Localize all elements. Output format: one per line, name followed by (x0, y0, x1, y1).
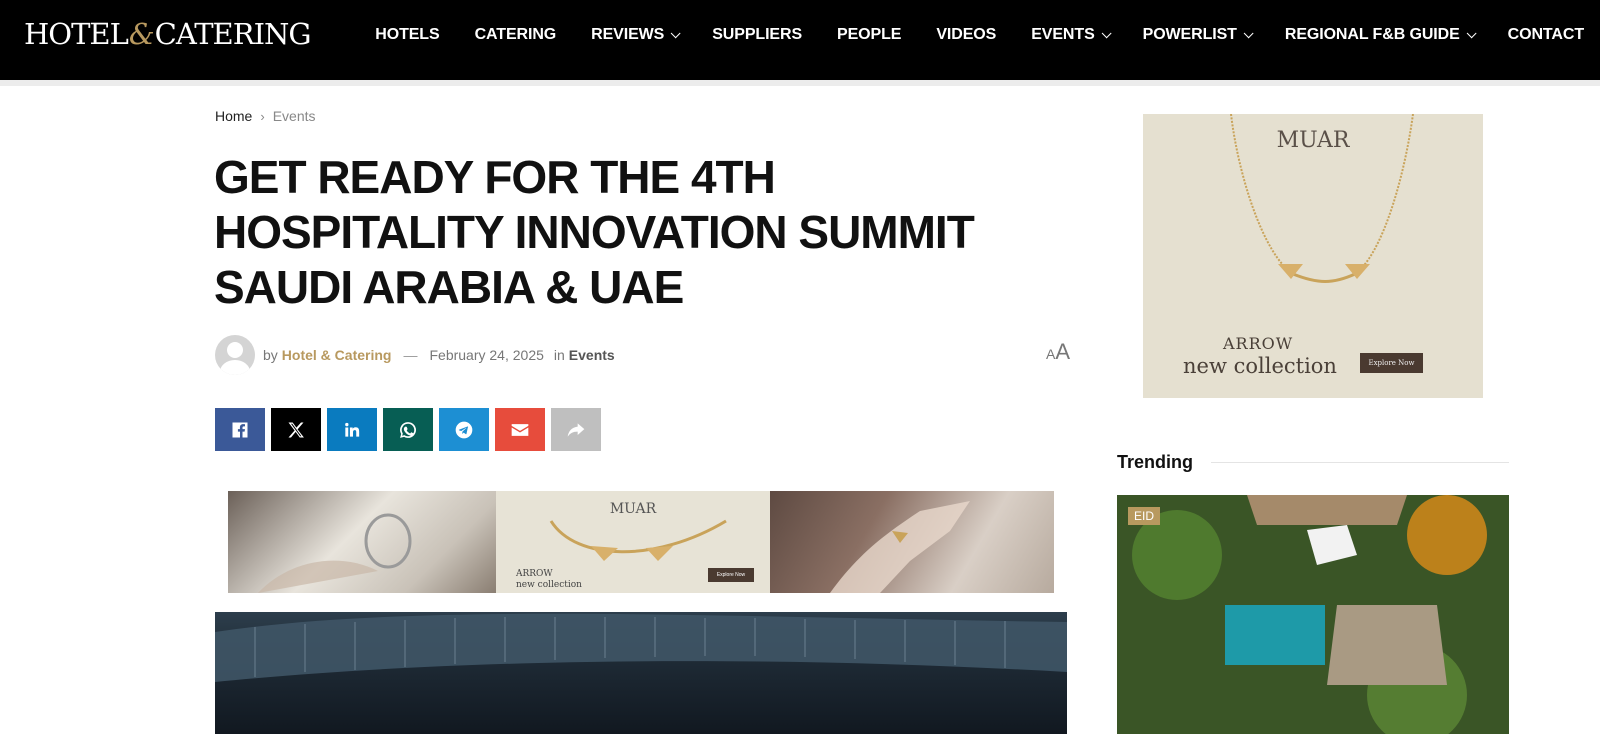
nav-label: POWERLIST (1142, 26, 1237, 43)
nav-item-videos[interactable]: VIDEOS (936, 26, 996, 44)
sidebar-ad-collection: new collection (1183, 354, 1337, 378)
ad-collection-line2: new collection (516, 580, 582, 590)
nav-item-events[interactable]: EVENTS (1031, 26, 1112, 44)
ad-banner[interactable]: MUAR ARROW new collection Explore Now (228, 491, 1054, 593)
chevron-down-icon (1466, 27, 1477, 38)
author-avatar[interactable] (215, 335, 255, 375)
facebook-icon (232, 422, 248, 437)
author-link[interactable]: Hotel & Catering (282, 347, 392, 363)
share-email-button[interactable] (495, 408, 545, 451)
share-arrow-icon (567, 422, 585, 437)
share-telegram-button[interactable] (439, 408, 489, 451)
nav-item-reviews[interactable]: REVIEWS (591, 26, 681, 44)
breadcrumb-current-link[interactable]: Events (273, 108, 316, 124)
font-size-small-icon[interactable]: A (1046, 346, 1055, 362)
category-link[interactable]: Events (569, 347, 615, 363)
ad-explore-button[interactable]: Explore Now (708, 568, 754, 582)
nav-item-powerlist[interactable]: POWERLIST (1142, 26, 1254, 44)
publish-date: February 24, 2025 (429, 347, 544, 363)
chevron-down-icon (670, 27, 681, 38)
breadcrumb: Home › Events (215, 108, 316, 124)
x-icon (288, 422, 304, 437)
font-size-large-icon[interactable]: A (1055, 339, 1070, 364)
ad-collection-text: ARROW new collection (516, 569, 582, 591)
share-facebook-button[interactable] (215, 408, 265, 451)
hand-ring-illustration (830, 501, 970, 593)
meta-separator: — (403, 347, 418, 363)
nav-item-catering[interactable]: CATERING (475, 26, 557, 44)
nav-label: CATERING (474, 26, 557, 43)
trending-title: Trending (1117, 452, 1193, 472)
chevron-down-icon (1101, 27, 1112, 38)
nav-label: PEOPLE (837, 26, 902, 43)
logo-ampersand: & (128, 17, 155, 51)
nav-label: EVENTS (1031, 26, 1095, 43)
nav-label: HOTELS (375, 26, 440, 43)
resort-aerial-illustration (1117, 495, 1509, 734)
sidebar-ad[interactable]: MUAR ARROW new collection Explore Now (1143, 114, 1483, 398)
linkedin-icon (345, 422, 360, 437)
trending-heading: Trending (1117, 452, 1509, 473)
logo-text-hotel: HOTEL (24, 17, 129, 51)
nav-item-contact[interactable]: CONTACT (1508, 26, 1584, 44)
nav-label: REVIEWS (591, 26, 665, 43)
article-title: GET READY FOR THE 4TH HOSPITALITY INNOVA… (214, 151, 975, 313)
sidebar-ad-explore-button[interactable]: Explore Now (1360, 353, 1423, 373)
ad-panel-muar: MUAR ARROW new collection Explore Now (496, 491, 770, 593)
ad-image-ring (770, 491, 1054, 593)
nav-label: CONTACT (1507, 26, 1584, 43)
trending-image[interactable]: EID (1117, 495, 1509, 734)
top-navigation-bar: HOTEL & CATERING HOTELS CATERING REVIEWS S… (0, 0, 1600, 80)
in-label: in (553, 347, 565, 363)
bracelet-illustration (258, 513, 412, 593)
chevron-right-icon: › (260, 108, 265, 124)
share-bar (215, 408, 601, 451)
sidebar-ad-label: ARROW (1223, 334, 1294, 353)
breadcrumb-home-link[interactable]: Home (215, 108, 252, 124)
chevron-down-icon (1243, 27, 1254, 38)
main-menu: HOTELS CATERING REVIEWS SUPPLIERS PEOPLE… (340, 0, 1584, 70)
share-x-button[interactable] (271, 408, 321, 451)
share-linkedin-button[interactable] (327, 408, 377, 451)
nav-item-regional-fb-guide[interactable]: REGIONAL F&B GUIDE (1284, 26, 1477, 44)
font-size-toggle[interactable]: AA (1046, 339, 1070, 365)
ad-image-bracelet (228, 491, 496, 593)
article-hero-image (215, 612, 1067, 734)
site-logo[interactable]: HOTEL & CATERING (24, 17, 312, 51)
share-whatsapp-button[interactable] (383, 408, 433, 451)
whatsapp-icon (400, 421, 416, 438)
nav-label: VIDEOS (936, 26, 997, 43)
share-more-button[interactable] (551, 408, 601, 451)
telegram-icon (455, 421, 473, 438)
nav-item-hotels[interactable]: HOTELS (375, 26, 439, 44)
ad-collection-line1: ARROW (516, 569, 553, 579)
trending-divider (1211, 462, 1509, 463)
envelope-icon (511, 423, 529, 436)
nav-label: SUPPLIERS (712, 26, 803, 43)
header-divider (0, 80, 1600, 86)
nav-label: REGIONAL F&B GUIDE (1284, 26, 1460, 43)
nav-item-people[interactable]: PEOPLE (837, 26, 901, 44)
building-illustration (215, 613, 1067, 682)
by-label: by (263, 347, 278, 363)
article-meta: by Hotel & Catering — February 24, 2025 … (215, 335, 1070, 375)
category-badge[interactable]: EID (1128, 507, 1161, 525)
nav-item-suppliers[interactable]: SUPPLIERS (712, 26, 802, 44)
logo-text-catering: CATERING (154, 17, 312, 51)
